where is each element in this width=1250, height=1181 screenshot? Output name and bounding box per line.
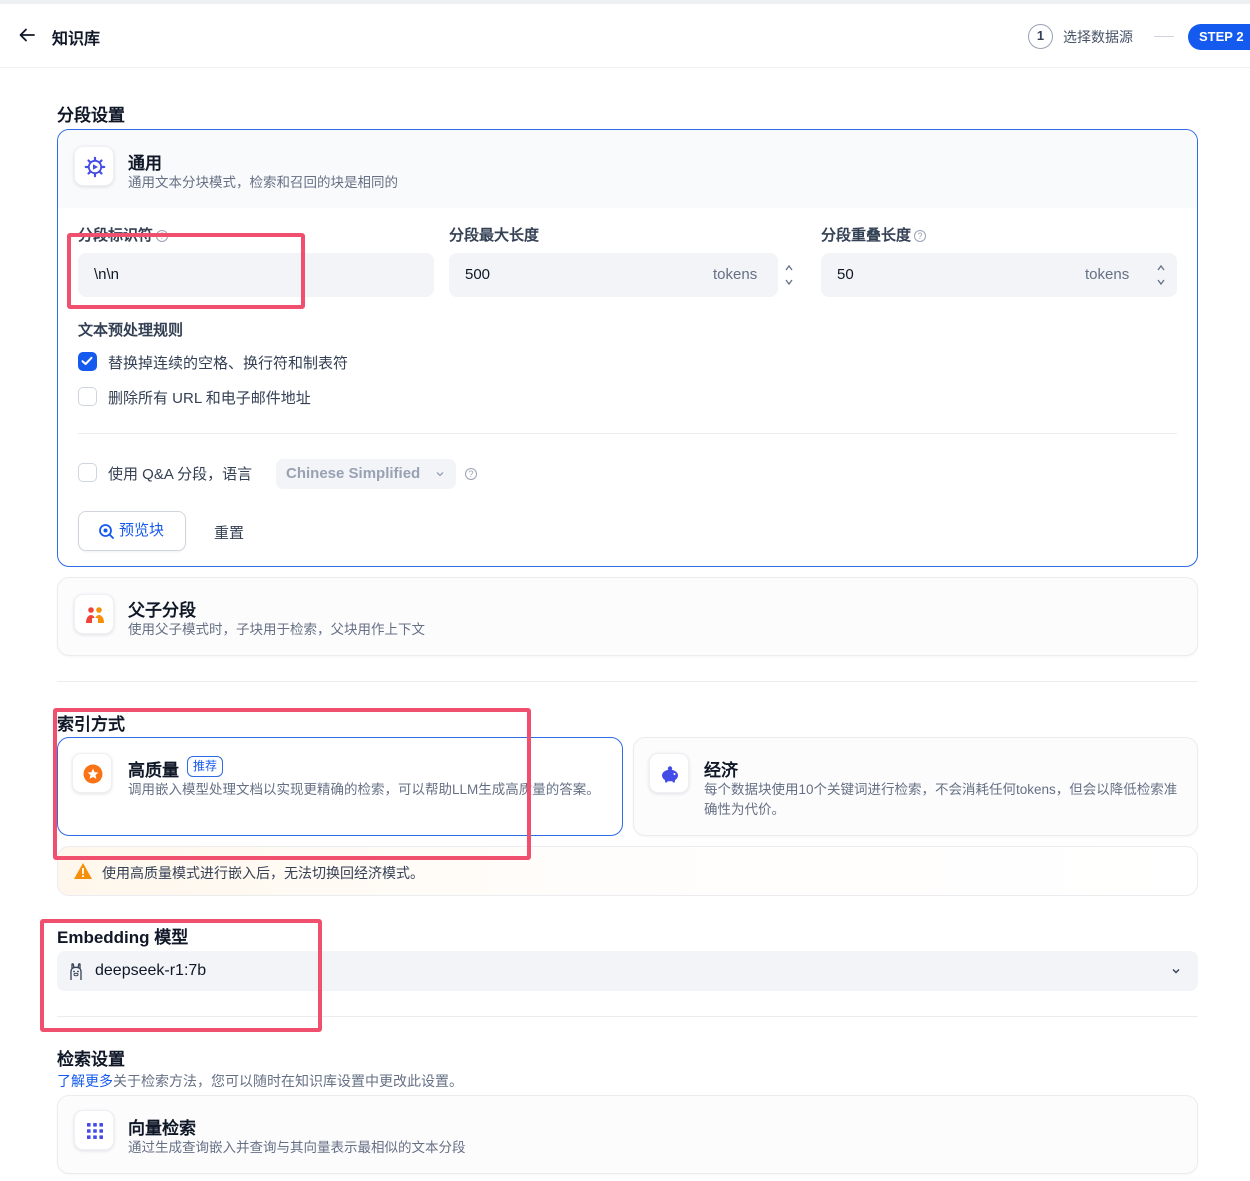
back-arrow-icon[interactable] [16,24,38,46]
learn-more-link[interactable]: 了解更多 [57,1073,113,1089]
embedding-model-select[interactable]: deepseek-r1:7b [57,951,1198,991]
retrieval-hint: 了解更多关于检索方法，您可以随时在知识库设置中更改此设置。 [57,1073,463,1089]
piggy-bank-icon [662,766,678,783]
grid-dots-icon [87,1123,103,1139]
section-title-retrieval: 检索设置 [57,1050,125,1069]
section-divider [57,681,1198,682]
vector-search-card[interactable]: 向量检索 通过生成查询嵌入并查询与其向量表示最相似的文本分段 [57,1095,1198,1174]
separator-input[interactable]: \n\n [78,253,434,297]
reset-button[interactable]: 重置 [214,522,244,543]
high-quality-icon-box [72,753,112,793]
general-mode-card[interactable]: 通用 通用文本分块模式，检索和召回的块是相同的 分段标识符? \n\n 分段最大… [57,129,1198,567]
preview-chunks-button[interactable]: 预览块 [78,511,186,551]
recommended-badge: 推荐 [187,756,224,777]
max-length-label: 分段最大长度 [449,227,540,244]
economy-description: 每个数据块使用10个关键词进行检索，不会消耗任何tokens，但会以降低检索准确… [704,782,1178,817]
economy-title: 经济 [704,761,738,780]
warning-icon [74,863,92,879]
preprocess-title: 文本预处理规则 [78,322,184,339]
stepper-icon[interactable] [784,261,794,289]
economy-card[interactable]: 经济 每个数据块使用10个关键词进行检索，不会消耗任何tokens，但会以降低检… [633,737,1198,836]
step-number: 1 [1028,24,1053,49]
replace-whitespace-checkbox[interactable] [78,352,97,371]
parent-child-description: 使用父子模式时，子块用于检索，父块用作上下文 [128,622,425,637]
search-icon [99,524,114,539]
chevron-down-icon [436,472,444,477]
parent-child-icon-box [74,594,114,634]
remove-urls-checkbox[interactable] [78,387,97,406]
warning-text: 使用高质量模式进行嵌入后，无法切换回经济模式。 [102,865,424,881]
high-quality-description: 调用嵌入模型处理文档以实现更精确的检索，可以帮助LLM生成高质量的答案。 [128,782,600,797]
high-quality-title: 高质量 [128,761,179,780]
general-mode-header [58,130,1197,208]
step-badge: STEP 2 [1188,24,1250,50]
general-description: 通用文本分块模式，检索和召回的块是相同的 [128,175,398,190]
help-icon[interactable]: ? [156,230,169,242]
vector-icon-box [74,1110,114,1150]
page-title: 知识库 [52,31,101,48]
overlap-label: 分段重叠长度? [821,224,927,245]
economy-icon-box [649,753,689,793]
replace-whitespace-label[interactable]: 替换掉连续的空格、换行符和制表符 [108,352,348,373]
parent-child-icon [86,607,104,624]
step-connector [1154,36,1174,37]
vector-search-description: 通过生成查询嵌入并查询与其向量表示最相似的文本分段 [128,1140,466,1155]
gear-icon [84,156,106,178]
max-length-input[interactable]: 500 tokens [449,253,793,297]
header: 知识库 1 选择数据源 STEP 2 [0,4,1250,68]
parent-child-card[interactable]: 父子分段 使用父子模式时，子块用于检索，父块用作上下文 [57,577,1198,656]
general-icon-box [74,146,114,186]
remove-urls-label[interactable]: 删除所有 URL 和电子邮件地址 [108,387,311,408]
section-title-embedding: Embedding 模型 [57,928,189,947]
warning-banner: 使用高质量模式进行嵌入后，无法切换回经济模式。 [57,846,1198,896]
stepper-icon[interactable] [1156,261,1166,289]
qa-checkbox[interactable] [78,463,97,482]
section-title-segmentation: 分段设置 [57,106,125,125]
overlap-input[interactable]: 50 tokens [821,253,1177,297]
section-divider [57,1016,1198,1017]
separator-label: 分段标识符? [78,224,169,245]
divider [78,433,1177,434]
qa-language-select[interactable]: Chinese Simplified [276,459,456,489]
high-quality-card[interactable]: 高质量 推荐 调用嵌入模型处理文档以实现更精确的检索，可以帮助LLM生成高质量的… [57,737,623,836]
parent-child-title: 父子分段 [128,601,196,620]
qa-label[interactable]: 使用 Q&A 分段，语言 [108,463,252,484]
general-title: 通用 [128,154,162,173]
step-label[interactable]: 选择数据源 [1063,27,1133,47]
llama-icon [70,963,82,980]
chevron-down-icon [1172,969,1180,974]
check-icon [81,356,93,365]
help-icon[interactable]: ? [914,230,927,242]
star-badge-icon [83,764,103,784]
vector-search-title: 向量检索 [128,1119,196,1138]
help-icon[interactable]: ? [465,468,477,480]
embedding-model-value: deepseek-r1:7b [95,962,207,979]
section-title-index: 索引方式 [57,715,125,734]
